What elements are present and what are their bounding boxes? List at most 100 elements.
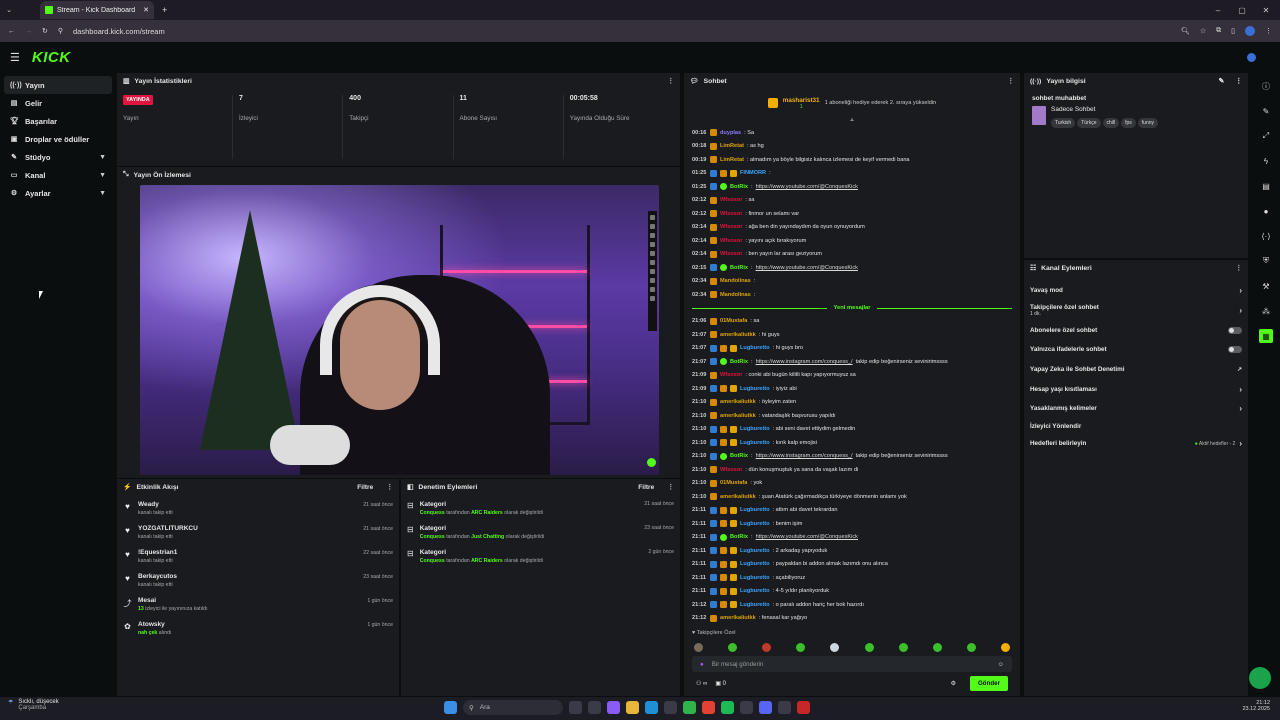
chat-username[interactable]: Lugburetto	[740, 507, 770, 513]
browser-menu-icon[interactable]: ⋮	[1265, 27, 1272, 35]
whatsapp-icon[interactable]	[683, 701, 696, 714]
action-subscribers-only[interactable]: Abonelere özel sohbet	[1024, 321, 1248, 340]
chat-username[interactable]: Lugburetto	[740, 602, 770, 608]
sidebar-item-gelir[interactable]: ▤ Gelir	[4, 94, 112, 112]
windows-start-icon[interactable]	[444, 701, 457, 714]
folder-icon[interactable]	[626, 701, 639, 714]
chat-username[interactable]: Lugburetto	[740, 345, 770, 351]
action-redirect-viewers[interactable]: İzleyici Yönlendir	[1024, 418, 1248, 434]
taskview-icon[interactable]	[569, 701, 582, 714]
stream-video[interactable]	[140, 185, 659, 475]
new-tab-icon[interactable]: +	[162, 5, 167, 15]
chat-username[interactable]: BotRix	[730, 453, 748, 459]
gift-leaderboard[interactable]: masharist31 1 1 aboneliği hediye ederek …	[684, 89, 1020, 117]
wrench-icon[interactable]: ⚒	[1259, 279, 1273, 293]
chat-username[interactable]: Lugburetto	[740, 588, 770, 594]
share-icon[interactable]: ⁂	[1259, 304, 1273, 318]
more-options-icon[interactable]: ⋮	[1007, 77, 1014, 85]
sidebar-item-kanal[interactable]: ▭ Kanal ▼	[4, 166, 112, 184]
gift-icon[interactable]: ▣ 0	[715, 680, 726, 687]
chat-username[interactable]: Lugburetto	[740, 440, 770, 446]
bolt-icon[interactable]: ϟ	[1259, 154, 1273, 168]
edge-icon[interactable]	[645, 701, 658, 714]
action-ai-moderation[interactable]: Yapay Zeka ile Sohbet Denetimi ↗	[1024, 359, 1248, 380]
store-icon[interactable]	[664, 701, 677, 714]
sidebar-item-basarilar[interactable]: 🏆︎ Başarılar	[4, 112, 112, 130]
forward-icon[interactable]: →	[25, 28, 32, 35]
chat-link[interactable]: https://www.instagram.com/conquess_/	[756, 359, 853, 365]
edit-icon[interactable]: ✎	[1259, 104, 1273, 118]
chat-link[interactable]: https://www.youtube.com/@ConquesKick	[756, 184, 858, 190]
more-options-icon[interactable]: ⋮	[1235, 264, 1242, 272]
app-icon[interactable]	[588, 701, 601, 714]
chat-settings-icon[interactable]: ⚙	[951, 680, 956, 687]
chat-icon[interactable]: ●	[1259, 204, 1273, 218]
scroll-down-icon[interactable]: ⩡	[684, 117, 1020, 126]
mic-icon[interactable]: ●	[700, 661, 704, 668]
emote-icon[interactable]	[966, 642, 976, 652]
toggle-switch[interactable]	[1228, 327, 1242, 334]
more-options-icon[interactable]: ⋮	[1235, 77, 1242, 85]
more-options-icon[interactable]: ⋮	[667, 77, 674, 85]
action-account-age[interactable]: Hesap yaşı kısıtlaması ›	[1024, 380, 1248, 399]
url-field[interactable]: dashboard.kick.com/stream	[73, 27, 1171, 36]
chat-username[interactable]: amerikaliutkk	[720, 399, 756, 405]
chat-username[interactable]: BotRix	[730, 359, 748, 365]
chat-username[interactable]: LimRetat	[720, 157, 744, 163]
chat-username[interactable]: Lugburetto	[740, 575, 770, 581]
emote-icon[interactable]	[864, 642, 874, 652]
chat-link[interactable]: https://www.youtube.com/@ConquesKick	[756, 265, 858, 271]
chat-username[interactable]: duyplas	[720, 130, 741, 136]
weather-widget[interactable]: ☂ Sıcklı, düşecek Çarşamba	[8, 699, 59, 711]
edit-icon[interactable]: ✎	[1219, 77, 1225, 85]
chat-username[interactable]: 01Mustafa	[720, 480, 747, 486]
action-goals[interactable]: Hedefleri belirleyin ● Aktif hedefler - 2…	[1024, 434, 1248, 453]
app-icon[interactable]	[797, 701, 810, 714]
chat-username[interactable]: Lugburetto	[740, 548, 770, 554]
emote-icon[interactable]	[898, 642, 908, 652]
browser-tab[interactable]: Stream - Kick Dashboard ✕	[40, 1, 154, 19]
notification-icon[interactable]	[1247, 52, 1256, 62]
broadcast-icon[interactable]: ⟨·⟩	[1259, 229, 1273, 243]
action-followers-only[interactable]: Takipçilere özel sohbet 1 dk. ›	[1024, 299, 1248, 321]
sidepanel-icon[interactable]: ▯	[1231, 27, 1235, 35]
chat-username[interactable]: FINMORR	[740, 170, 766, 176]
extensions-icon[interactable]: ⧉	[1216, 27, 1221, 35]
kick-logo[interactable]: KICK	[32, 49, 71, 66]
taskbar-search[interactable]: ⚲ Ara	[463, 700, 563, 715]
chat-username[interactable]: Wfsosor	[720, 251, 742, 257]
chat-input[interactable]: ● Bir mesaj gönderin ☺	[692, 656, 1012, 672]
emote-icon[interactable]	[694, 642, 703, 652]
chat-link[interactable]: https://www.youtube.com/@ConquesKick	[756, 534, 858, 540]
chat-username[interactable]: BotRix	[730, 184, 748, 190]
spotify-icon[interactable]	[721, 701, 734, 714]
chat-username[interactable]: Wfsosor	[720, 372, 742, 378]
bookmark-star-icon[interactable]: ☆	[1200, 27, 1206, 35]
chat-username[interactable]: Wfsosor	[720, 197, 742, 203]
help-chat-button[interactable]	[1249, 667, 1271, 689]
maximize-icon[interactable]: ▢	[1234, 6, 1250, 15]
chrome-profile-icon[interactable]	[778, 701, 791, 714]
system-clock[interactable]: 21:12 23.12.2025	[1242, 700, 1270, 712]
tab-menu-icon[interactable]: ⌄	[0, 6, 18, 14]
action-slow-mode[interactable]: Yavaş mod ›	[1024, 282, 1248, 299]
expand-icon[interactable]: ⤡	[123, 171, 128, 179]
chat-username[interactable]: amerikaliutkk	[720, 332, 756, 338]
chat-username[interactable]: Mandolinas	[720, 292, 751, 298]
action-banned-words[interactable]: Yasaklanmış kelimeler ›	[1024, 399, 1248, 418]
chat-username[interactable]: LimRetat	[720, 143, 744, 149]
close-tab-icon[interactable]: ✕	[143, 6, 149, 14]
chat-username[interactable]: Lugburetto	[740, 426, 770, 432]
app-icon[interactable]	[759, 701, 772, 714]
chat-username[interactable]: Wfsosor	[720, 238, 742, 244]
emote-icon[interactable]	[830, 642, 840, 652]
info-icon[interactable]: ⓘ	[1259, 79, 1273, 93]
users-icon[interactable]: ⚇ ∞	[696, 680, 707, 687]
chat-username[interactable]: Lugburetto	[740, 386, 770, 392]
more-options-icon[interactable]: ⋮	[386, 483, 393, 491]
emote-icon[interactable]	[1000, 642, 1010, 652]
minimize-icon[interactable]: –	[1210, 6, 1226, 15]
close-window-icon[interactable]: ✕	[1258, 6, 1274, 15]
chat-link[interactable]: https://www.instagram.com/conquess_/	[756, 453, 853, 459]
active-tool-icon[interactable]: ▦	[1259, 329, 1273, 343]
